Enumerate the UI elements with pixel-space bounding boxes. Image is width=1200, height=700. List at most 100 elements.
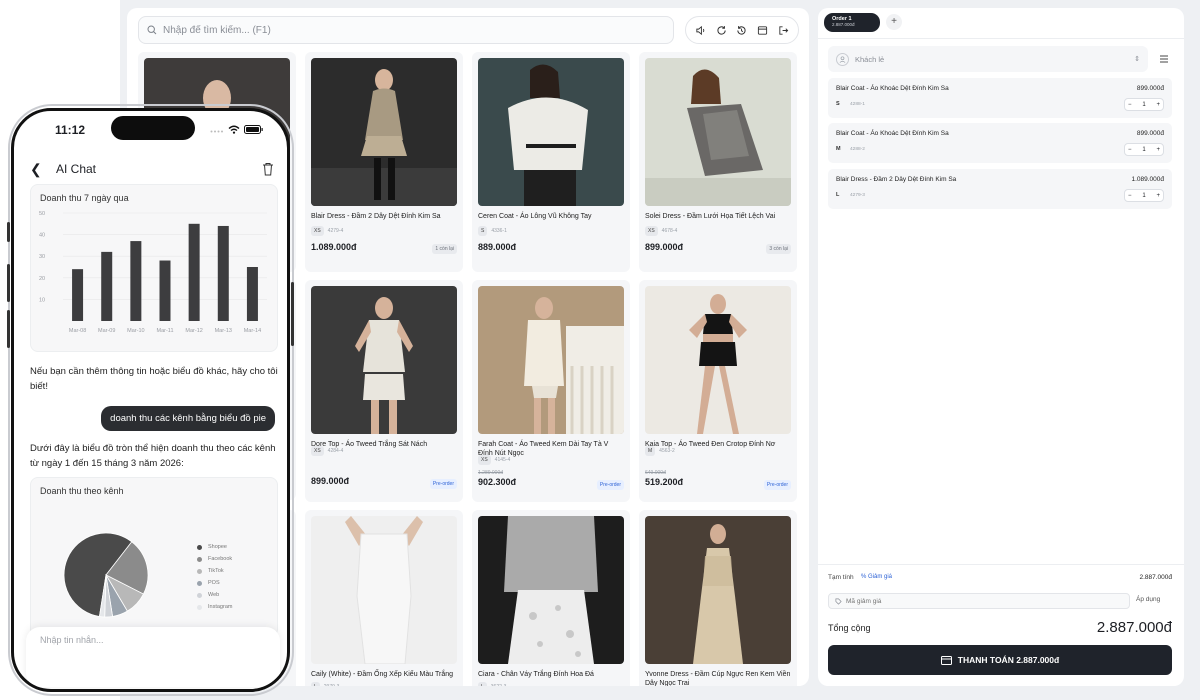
phone-button <box>7 264 10 302</box>
product-card[interactable]: Yvonne Dress - Đầm Cúp Ngực Ren Kem Viền… <box>639 510 797 686</box>
total-value: 2.887.000đ <box>1096 619 1172 636</box>
checkout-button[interactable]: THANH TOÁN 2.887.000đ <box>828 645 1172 675</box>
tag-icon <box>835 598 842 605</box>
pie-chart-card: Doanh thu theo kênh Shopee Facebook TikTok… <box>30 477 278 637</box>
variant-row: XS 4145-4 <box>478 455 510 465</box>
customer-name: Khách lẻ <box>855 54 885 64</box>
x-tick-label: Mar-08 <box>69 328 86 334</box>
product-card[interactable]: Dore Top - Áo Tweed Trắng Sát Nách XS 428… <box>305 280 463 502</box>
user-message: doanh thu các kênh bằng biểu đồ pie <box>101 406 275 431</box>
y-tick-label: 10 <box>39 297 45 303</box>
trash-icon[interactable] <box>262 162 274 176</box>
product-name: Solei Dress - Đầm Lưới Họa Tiết Lệch Vai <box>645 213 776 220</box>
cart-item-size: S <box>836 101 840 107</box>
user-icon <box>836 52 849 66</box>
product-name: Blair Dress - Đầm 2 Dây Dệt Đính Kim Sa <box>311 213 441 220</box>
phone-screen: 11:12 ❮ AI Chat Doanh thu 7 ngày qua 50 4… <box>11 108 290 692</box>
sku: 4678-4 <box>661 228 678 234</box>
y-tick-label: 20 <box>39 276 45 282</box>
coupon-input[interactable] <box>846 597 1116 605</box>
battery-icon <box>244 125 263 134</box>
checkout-label: THANH TOÁN 2.887.000đ <box>957 655 1060 665</box>
sku: 4336-1 <box>491 228 507 234</box>
product-price: 899.000đ <box>645 242 684 252</box>
add-order-tab-button[interactable]: + <box>886 14 902 30</box>
product-card[interactable]: Solei Dress - Đầm Lưới Họa Tiết Lệch Vai… <box>639 52 797 272</box>
search-icon <box>147 25 157 35</box>
chevron-updown-icon: ⇕ <box>1134 56 1140 63</box>
quantity-stepper: − 1 + <box>1124 143 1164 156</box>
increase-button[interactable]: + <box>1156 147 1160 153</box>
back-arrow-icon[interactable]: ❮ <box>30 161 42 178</box>
chat-header: ❮ AI Chat <box>14 155 287 185</box>
cart-item-name: Blair Coat - Áo Khoác Dệt Đính Kim Sa <box>836 85 949 92</box>
increase-button[interactable]: + <box>1156 102 1160 108</box>
order-panel: Order 1 2.887.000đ + Khách lẻ ⇕ Blair Co… <box>818 8 1184 686</box>
product-card[interactable]: Ceren Coat - Áo Lông Vũ Không Tay S 4336-… <box>472 52 630 272</box>
cart-item-price: 899.000đ <box>1136 130 1164 137</box>
legend-label: Shopee <box>208 544 227 550</box>
order-tab[interactable]: Order 1 2.887.000đ <box>824 13 880 32</box>
sound-button[interactable] <box>691 21 709 39</box>
customer-select[interactable]: Khách lẻ ⇕ <box>828 46 1148 72</box>
decrease-button[interactable]: − <box>1128 193 1132 199</box>
message-input[interactable] <box>40 635 260 645</box>
old-price: 649.000đ <box>645 470 666 476</box>
sku: 4563-2 <box>659 448 675 454</box>
assistant-message: Dưới đây là biểu đồ tròn thể hiện doanh … <box>30 443 276 469</box>
discount-link[interactable]: % Giảm giá <box>861 574 892 580</box>
product-card[interactable]: Farah Coat - Áo Tweed Kem Dài Tay Tà V Đ… <box>472 280 630 502</box>
quantity-stepper: − 1 + <box>1124 189 1164 202</box>
cart-item-size: L <box>836 192 840 198</box>
signal-icon <box>210 130 223 132</box>
order-tab-total: 2.887.000đ <box>832 22 855 27</box>
variant-row: L 2979-3 <box>311 682 339 686</box>
product-card[interactable]: Blair Dress - Đầm 2 Dây Dệt Đính Kim Sa … <box>305 52 463 272</box>
history-button[interactable] <box>733 21 751 39</box>
size-chip: S <box>478 226 488 236</box>
legend-item: Instagram <box>197 601 232 613</box>
quantity-stepper: − 1 + <box>1124 98 1164 111</box>
hamburger-menu-icon[interactable] <box>1158 53 1170 65</box>
size-chip: XS <box>478 455 491 465</box>
dynamic-island <box>111 116 195 140</box>
logout-button[interactable] <box>775 21 793 39</box>
cart-item-sku: 4288-2 <box>850 147 865 152</box>
search-bar[interactable] <box>138 16 674 44</box>
quantity-value: 1 <box>1142 146 1146 153</box>
refresh-button[interactable] <box>712 21 730 39</box>
product-name: Ceren Coat - Áo Lông Vũ Không Tay <box>478 213 592 220</box>
bar <box>188 223 200 321</box>
product-card[interactable]: Ciara - Chân Váy Trắng Đính Hoa Đá L 3622… <box>472 510 630 686</box>
bar-chart-card: Doanh thu 7 ngày qua 50 40 30 20 10 Mar-08 Mar… <box>30 184 278 352</box>
total-label: Tổng cộng <box>828 623 871 633</box>
cart-item-sku: 4279-3 <box>850 193 865 198</box>
product-image <box>311 58 457 206</box>
product-card[interactable]: Kaia Top - Áo Tweed Đen Crotop Đính Nơ M… <box>639 280 797 502</box>
legend-label: TikTok <box>208 568 224 574</box>
coupon-field[interactable] <box>828 593 1130 609</box>
y-tick-label: 30 <box>39 254 45 260</box>
legend-swatch <box>197 580 202 586</box>
window-button[interactable] <box>754 21 772 39</box>
legend-swatch <box>197 604 202 610</box>
search-input[interactable] <box>163 24 643 36</box>
product-price: 899.000đ <box>311 476 350 486</box>
bar-chart-title: Doanh thu 7 ngày qua <box>40 193 129 203</box>
phone-button <box>7 222 10 242</box>
wifi-icon <box>228 125 240 134</box>
message-composer <box>26 627 280 687</box>
product-card[interactable]: Caily (White) - Đầm Ống Xếp Kiểu Màu Trắ… <box>305 510 463 686</box>
status-icons <box>210 125 263 134</box>
decrease-button[interactable]: − <box>1128 102 1132 108</box>
product-price: 902.300đ <box>478 477 517 487</box>
legend-label: Web <box>208 592 220 598</box>
apply-coupon-button[interactable]: Áp dụng <box>1136 596 1160 603</box>
size-chip: M <box>645 446 656 456</box>
bar-chart: 50 40 30 20 10 Mar-08 Mar-09 Mar-10 Mar-11 Mar-12… <box>39 211 267 334</box>
bar <box>101 251 113 321</box>
cart-item-size: M <box>836 146 841 152</box>
increase-button[interactable]: + <box>1156 193 1160 199</box>
decrease-button[interactable]: − <box>1128 147 1132 153</box>
pie-chart <box>63 532 149 618</box>
